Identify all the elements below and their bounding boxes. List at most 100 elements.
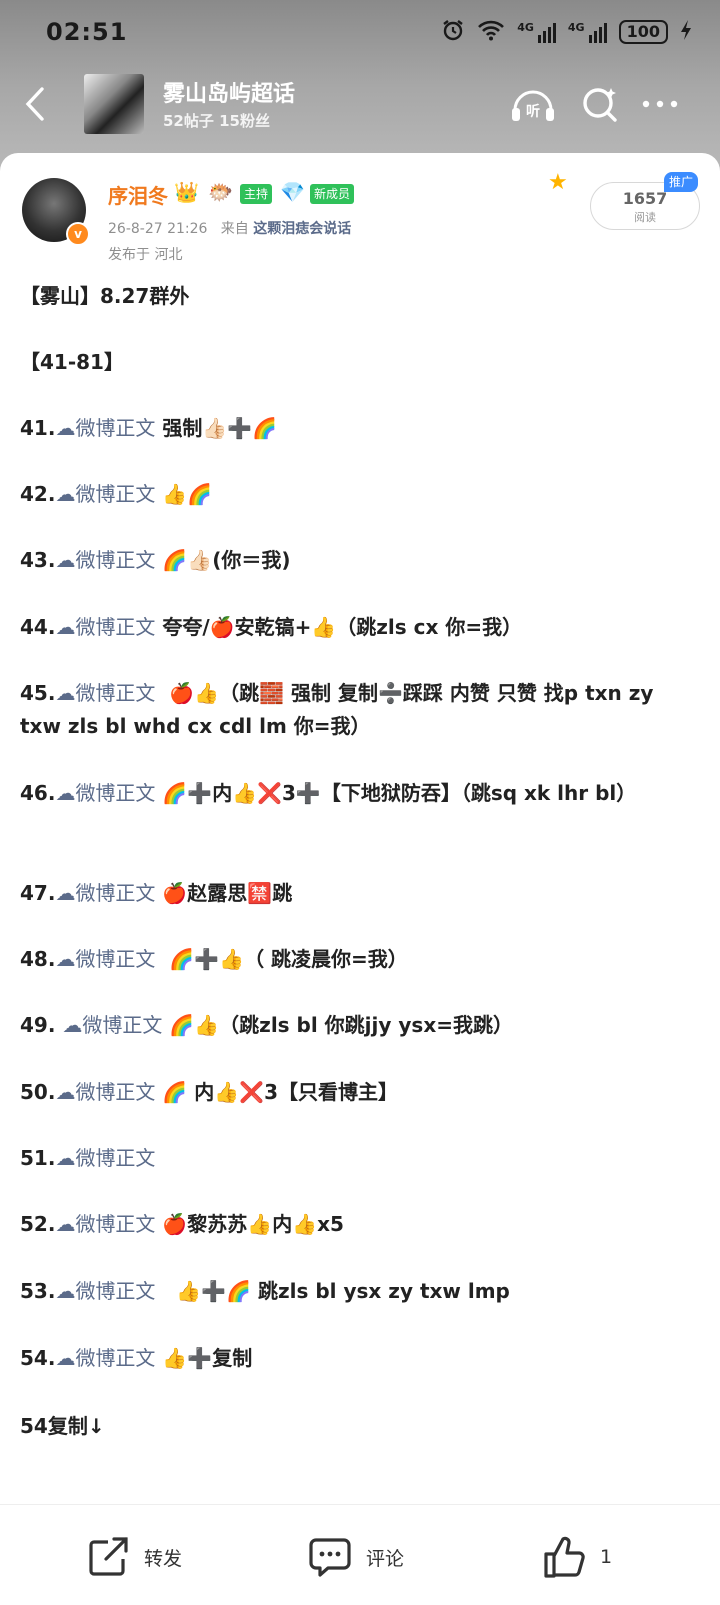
- read-label: 阅读: [634, 211, 656, 224]
- item-text: 🍎黎苏苏👍内👍x5: [155, 1212, 344, 1236]
- item-number: 48.: [20, 947, 56, 971]
- cloud-link-icon: ☁: [55, 548, 76, 572]
- item-number: 41.: [20, 416, 56, 440]
- weibo-link-label: 微博正文: [75, 548, 156, 572]
- topic-stats: 52帖子 15粉丝: [163, 112, 270, 130]
- back-button[interactable]: [20, 86, 52, 122]
- weibo-link[interactable]: ☁微博正文: [55, 1279, 155, 1303]
- list-item: 51.☁微博正文: [20, 1142, 700, 1175]
- battery-indicator: 100: [618, 20, 668, 44]
- item-number: 43.: [20, 548, 56, 572]
- weibo-link[interactable]: ☁微博正文: [55, 781, 155, 805]
- post-line-footer: 54复制↓: [20, 1414, 105, 1438]
- new-member-badge: 新成员: [310, 184, 355, 204]
- weibo-link[interactable]: ☁微博正文: [55, 482, 155, 506]
- weibo-link[interactable]: ☁微博正文: [55, 615, 155, 639]
- repost-icon: [89, 1537, 128, 1576]
- cloud-link-icon: ☁: [55, 482, 76, 506]
- comment-button[interactable]: 评论: [308, 1535, 404, 1579]
- post-meta: 26-8-27 21:26 来自 这颗泪痣会说话: [108, 218, 351, 238]
- item-number: 44.: [20, 615, 56, 639]
- cloud-link-icon: ☁: [55, 1279, 76, 1303]
- weibo-link[interactable]: ☁微博正文: [55, 681, 155, 705]
- item-number: 49.: [20, 1013, 63, 1037]
- list-item: 44.☁微博正文 夸夸/🍎安乾镐+👍（跳zls cx 你=我）: [20, 611, 700, 644]
- item-number: 51.: [20, 1146, 56, 1170]
- list-item: 45.☁微博正文 🍎👍（跳🧱 强制 复制➗踩踩 内赞 只赞 找p txn zy …: [20, 677, 700, 743]
- list-item: 53.☁微博正文 👍➕🌈 跳zls bl ysx zy txw lmp: [20, 1275, 700, 1308]
- item-text: 🍎赵露思🈲跳: [155, 881, 293, 905]
- cloud-link-icon: ☁: [55, 1146, 76, 1170]
- weibo-link-label: 微博正文: [75, 482, 156, 506]
- post-line-range: 【41-81】: [20, 350, 124, 374]
- signal-icon-1: 4G: [517, 21, 556, 43]
- item-number: 47.: [20, 881, 56, 905]
- network-type-2: 4G: [567, 21, 585, 34]
- post-line-title: 【雾山】8.27群外: [20, 284, 190, 308]
- item-text: 夸夸/🍎安乾镐+👍（跳zls cx 你=我）: [155, 615, 523, 639]
- item-text: 🌈➕内👍❌3➕【下地狱防吞】（跳sq xk lhr bl）: [155, 781, 637, 805]
- list-item: 41.☁微博正文 强制👍🏻➕🌈: [20, 412, 700, 445]
- weibo-link[interactable]: ☁微博正文: [55, 1146, 155, 1170]
- weibo-link[interactable]: ☁微博正文: [62, 1013, 162, 1037]
- item-text: 👍➕🌈 跳zls bl ysx zy txw lmp: [155, 1279, 510, 1303]
- item-text: 🌈👍（跳zls bl 你跳jjy ysx=我跳）: [162, 1013, 513, 1037]
- svg-text:听: 听: [526, 103, 540, 120]
- weibo-link[interactable]: ☁微博正文: [55, 1080, 155, 1104]
- list-item: 42.☁微博正文 👍🌈: [20, 478, 700, 511]
- post-source[interactable]: 这颗泪痣会说话: [253, 221, 351, 237]
- status-time: 02:51: [46, 18, 128, 46]
- weibo-link[interactable]: ☁微博正文: [55, 1212, 155, 1236]
- weibo-link[interactable]: ☁微博正文: [55, 416, 155, 440]
- weibo-link-label: 微博正文: [75, 416, 156, 440]
- weibo-link-label: 微博正文: [75, 947, 156, 971]
- item-text: 强制👍🏻➕🌈: [155, 416, 278, 440]
- author-name[interactable]: 序泪冬: [108, 180, 168, 209]
- weibo-link[interactable]: ☁微博正文: [55, 947, 155, 971]
- list-item: 54.☁微博正文 👍➕复制: [20, 1342, 700, 1375]
- topic-title: 雾山岛屿超话: [163, 82, 296, 107]
- comment-label: 评论: [366, 1547, 405, 1570]
- like-button[interactable]: 1: [542, 1535, 612, 1579]
- weibo-link[interactable]: ☁微博正文: [55, 548, 155, 572]
- weibo-link-label: 微博正文: [75, 881, 156, 905]
- weibo-link-label: 微博正文: [75, 1146, 156, 1170]
- weibo-link-label: 微博正文: [75, 1279, 156, 1303]
- repost-button[interactable]: 转发: [88, 1535, 182, 1579]
- item-number: 50.: [20, 1080, 56, 1104]
- topic-thumbnail[interactable]: [84, 74, 144, 134]
- fish-icon: 🐡: [208, 180, 233, 204]
- promo-tag[interactable]: 推广: [664, 172, 699, 192]
- like-count: 1: [600, 1546, 613, 1568]
- repost-label: 转发: [144, 1547, 183, 1570]
- weibo-link-label: 微博正文: [75, 1212, 156, 1236]
- search-icon[interactable]: [580, 84, 620, 128]
- post-date: 26-8-27 21:26: [108, 221, 208, 237]
- list-item: 49. ☁微博正文 🌈👍（跳zls bl 你跳jjy ysx=我跳）: [20, 1009, 700, 1042]
- cloud-link-icon: ☁: [62, 1013, 83, 1037]
- weibo-link[interactable]: ☁微博正文: [55, 881, 155, 905]
- weibo-link[interactable]: ☁微博正文: [55, 1346, 155, 1370]
- listen-button[interactable]: 听: [510, 84, 556, 128]
- list-item: 47.☁微博正文 🍎赵露思🈲跳: [20, 877, 700, 910]
- alarm-icon: [441, 18, 465, 46]
- cloud-link-icon: ☁: [55, 881, 76, 905]
- list-item: 52.☁微博正文 🍎黎苏苏👍内👍x5: [20, 1208, 700, 1241]
- item-text: 🌈➕👍（ 跳凌晨你=我）: [155, 947, 408, 971]
- item-text: 🌈 内👍❌3【只看博主】: [155, 1080, 398, 1104]
- cloud-link-icon: ☁: [55, 1346, 76, 1370]
- more-icon[interactable]: [640, 96, 680, 116]
- item-number: 54.: [20, 1346, 56, 1370]
- like-icon: [544, 1536, 585, 1578]
- item-text: 👍➕复制: [155, 1346, 253, 1370]
- status-bar: 02:51 4G 4G 100: [0, 0, 720, 64]
- weibo-link-label: 微博正文: [75, 781, 156, 805]
- weibo-link-label: 微博正文: [75, 615, 156, 639]
- weibo-link-label: 微博正文: [82, 1013, 163, 1037]
- item-number: 42.: [20, 482, 56, 506]
- cloud-link-icon: ☁: [55, 1212, 76, 1236]
- cloud-link-icon: ☁: [55, 681, 76, 705]
- weibo-link-label: 微博正文: [75, 1346, 156, 1370]
- diamond-icon: 💎: [280, 180, 305, 204]
- wifi-icon: [477, 19, 505, 45]
